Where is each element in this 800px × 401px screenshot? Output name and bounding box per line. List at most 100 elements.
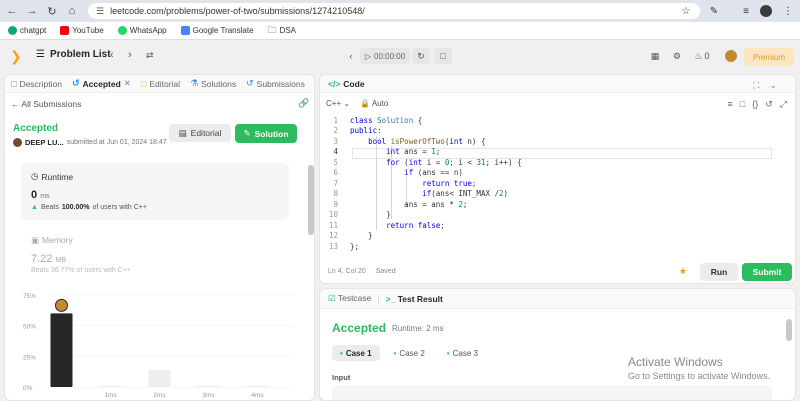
maximize-icon[interactable]: ⛶ xyxy=(753,80,759,91)
code-line: }; xyxy=(350,241,360,251)
collapse-icon[interactable]: ⌄ xyxy=(769,80,777,91)
tab-test-result[interactable]: >_ Test Result xyxy=(386,294,443,304)
flask-icon: ⚗ xyxy=(190,78,199,88)
tab-testcase[interactable]: ☑ Testcase xyxy=(328,293,371,304)
folder-icon: 🗀 xyxy=(267,24,277,35)
chart-bar[interactable] xyxy=(197,385,220,387)
prev-problem-icon[interactable]: ‹ xyxy=(110,49,114,61)
fullscreen-icon[interactable]: ⤢ xyxy=(780,99,787,110)
runtime-distribution-chart[interactable]: 75% 50% 25% 0% 1ms 2ms 3ms 4ms xyxy=(21,287,301,401)
submit-button[interactable]: Submit xyxy=(742,263,792,281)
layout-grid-icon[interactable]: ▦ xyxy=(646,48,664,64)
settings-gear-icon[interactable]: ⚙ xyxy=(668,48,686,64)
bookmark-youtube[interactable]: YouTube xyxy=(60,26,104,35)
all-submissions-link[interactable]: ← All Submissions xyxy=(11,99,81,109)
premium-button[interactable]: Premium xyxy=(744,48,794,66)
language-select[interactable]: C++ ⌄ xyxy=(326,99,350,108)
user-avatar[interactable] xyxy=(722,48,740,64)
tab-editorial[interactable]: □ Editorial xyxy=(141,79,180,89)
link-icon[interactable]: 🔗 xyxy=(298,98,309,109)
youtube-icon xyxy=(60,26,70,35)
y-tick-label: 25% xyxy=(23,354,36,361)
reload-icon[interactable]: ↻ xyxy=(44,3,60,19)
next-problem-icon[interactable]: › xyxy=(128,49,132,61)
run-button[interactable]: Run xyxy=(700,263,738,281)
bookmark-google-translate[interactable]: Google Translate xyxy=(180,26,254,35)
line-number: 2 xyxy=(333,126,338,136)
pass-dot-icon: • xyxy=(393,348,397,358)
line-number: 1 xyxy=(333,115,338,125)
case-3-tab[interactable]: • Case 3 xyxy=(439,345,486,361)
site-info-icon[interactable]: ☰ xyxy=(96,6,104,17)
menu-kebab-icon[interactable]: ⋮ xyxy=(780,3,796,19)
memory-chip-icon: ▣ xyxy=(31,235,40,245)
chart-bar[interactable] xyxy=(99,385,122,387)
back-icon[interactable]: ← xyxy=(4,3,20,19)
line-number: 3 xyxy=(333,136,338,146)
close-tab-icon[interactable]: ✕ xyxy=(124,78,131,89)
chart-bar[interactable] xyxy=(246,385,269,387)
line-number: 13 xyxy=(328,241,338,251)
leetcode-logo-icon[interactable]: ❯ xyxy=(10,49,24,63)
left-scrollbar[interactable] xyxy=(308,165,314,235)
line-number: 9 xyxy=(333,199,338,209)
auto-mode[interactable]: 🔒 Auto xyxy=(360,99,388,108)
bookmark-chatgpt[interactable]: chatgpt xyxy=(8,26,46,35)
hint-icon[interactable]: ★ xyxy=(679,266,687,277)
tab-description[interactable]: □ Description xyxy=(11,79,62,89)
code-line: int ans = 1; xyxy=(386,147,441,157)
tab-accepted[interactable]: ↺ Accepted ✕ xyxy=(72,78,131,89)
list-icon: ☰ xyxy=(36,49,45,60)
reading-list-icon[interactable]: ≡ xyxy=(738,3,754,19)
code-line: return true; xyxy=(422,178,477,188)
code-icon: </> xyxy=(328,78,341,89)
tab-submissions[interactable]: ↺ Submissions xyxy=(246,78,305,89)
input-value-box xyxy=(332,385,772,400)
problem-list-button[interactable]: ☰ Problem List xyxy=(36,49,111,60)
bookmark-dsa[interactable]: 🗀 DSA xyxy=(268,23,296,39)
code-line: public: xyxy=(350,126,382,136)
result-runtime: Runtime: 2 ms xyxy=(392,324,444,333)
streak-counter[interactable]: ♨ 0 xyxy=(690,48,714,64)
chart-bar[interactable] xyxy=(148,369,171,387)
tab-divider: | xyxy=(377,293,380,304)
input-label: Input xyxy=(332,373,351,382)
result-status: Accepted xyxy=(332,321,387,335)
runtime-card[interactable]: ◷ Runtime 0 ms ▲ Beats 100.00% of users with… xyxy=(21,163,289,220)
code-line: } xyxy=(350,210,391,220)
reset-timer-icon[interactable]: ↻ xyxy=(412,48,430,64)
bookmark-whatsapp[interactable]: WhatsApp xyxy=(117,26,167,35)
browser-toolbar: ← → ↻ ⌂ ☰ leetcode.com/problems/power-of… xyxy=(0,0,800,22)
profile-avatar[interactable] xyxy=(758,3,774,19)
shuffle-icon[interactable]: ⇄ xyxy=(146,50,154,61)
code-header-icons: ⛶ ⌄ xyxy=(753,80,777,91)
home-icon[interactable]: ⌂ xyxy=(64,3,80,19)
editorial-button[interactable]: ▤ Editorial xyxy=(169,124,231,142)
notes-icon[interactable]: □ xyxy=(434,48,452,64)
address-bar[interactable]: ☰ leetcode.com/problems/power-of-two/sub… xyxy=(88,3,700,19)
format-icon[interactable]: ≡ xyxy=(728,99,733,110)
line-number: 7 xyxy=(333,178,338,188)
timer-display[interactable]: ▷ 00:00:00 xyxy=(360,48,410,64)
result-scrollbar[interactable] xyxy=(786,319,792,341)
line-number: 12 xyxy=(328,231,338,241)
beats-icon: ▲ xyxy=(31,204,38,211)
code-line: if(ans< INT_MAX /2) xyxy=(422,189,509,199)
code-editor[interactable]: 1 class Solution { 2 public: 3 bool isPowe… xyxy=(320,115,795,257)
chart-bar[interactable] xyxy=(50,313,73,387)
bookmarks-bar: chatgpt YouTube WhatsApp Google Translat… xyxy=(0,22,800,40)
braces-icon[interactable]: {} xyxy=(752,99,758,110)
solution-button[interactable]: ✎ Solution xyxy=(235,124,297,143)
extensions-icon[interactable]: ✎ xyxy=(706,3,722,19)
case-2-tab[interactable]: • Case 2 xyxy=(386,345,433,361)
tab-solutions[interactable]: ⚗ Solutions xyxy=(190,78,236,89)
memory-title[interactable]: ▣ Memory xyxy=(31,235,73,246)
forward-icon[interactable]: → xyxy=(24,3,40,19)
bookmark-star-icon[interactable]: ☆ xyxy=(678,3,694,19)
reset-code-icon[interactable]: ↺ xyxy=(765,99,773,110)
code-line: for (int i = 0; i < 31; i++) { xyxy=(386,157,522,167)
code-line: return false; xyxy=(386,220,445,230)
bookmark-icon[interactable]: □ xyxy=(740,99,745,110)
timer-collapse-icon[interactable]: ‹ xyxy=(343,48,359,64)
case-1-tab[interactable]: • Case 1 xyxy=(332,345,380,361)
